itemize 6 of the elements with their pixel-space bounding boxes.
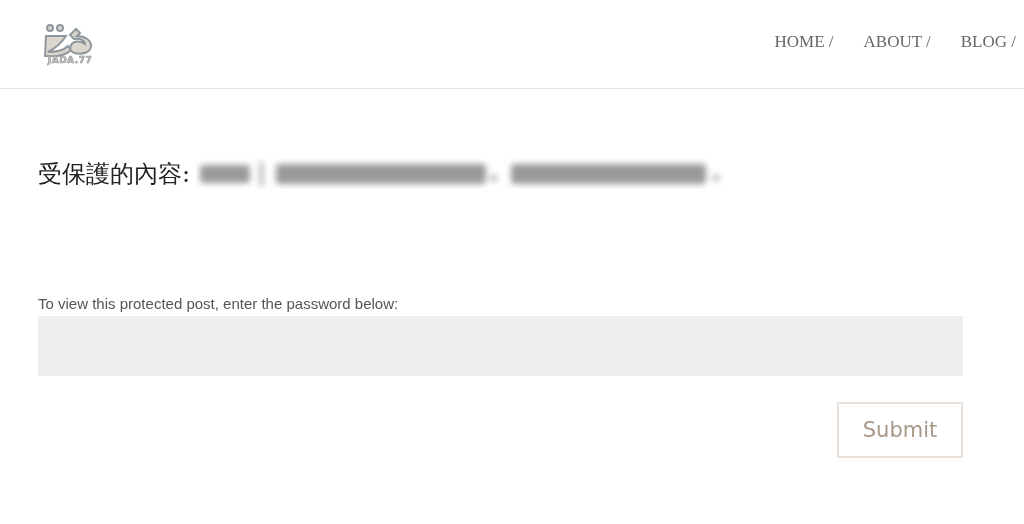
nav-link[interactable]: ABOUT /	[863, 32, 931, 52]
password-prompt: To view this protected post, enter the password below:	[38, 295, 400, 312]
nav-link[interactable]: BLOG /	[960, 32, 1016, 52]
logo-text: JADA.77	[47, 55, 93, 65]
post-title: 受保護的內容:	[38, 159, 191, 190]
nav-link[interactable]: HOME /	[774, 32, 834, 52]
